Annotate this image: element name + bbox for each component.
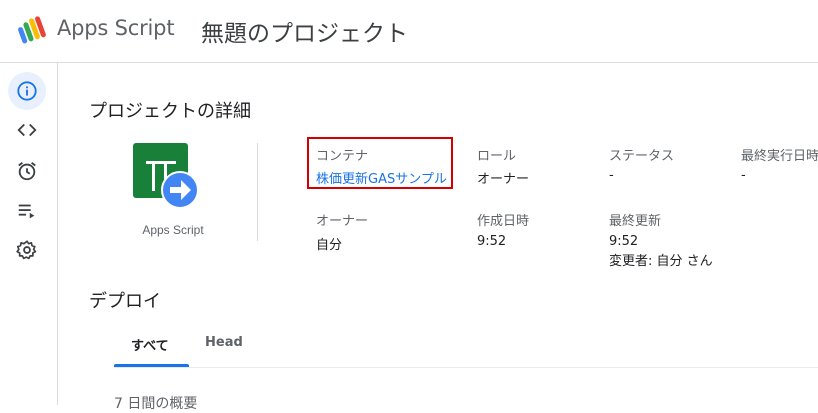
status-label: ステータス — [609, 149, 675, 164]
gear-icon — [16, 240, 37, 260]
last-run-value: - — [741, 168, 746, 183]
alarm-clock-icon — [18, 162, 36, 181]
seven-day-summary-heading: 7 日間の概要 — [114, 396, 198, 412]
last-updated-value: 9:52 — [609, 234, 639, 249]
sidebar-item-executions[interactable] — [8, 192, 46, 230]
role-label: ロール — [477, 149, 517, 164]
container-label: コンテナ — [316, 149, 369, 164]
owner-label: オーナー — [316, 214, 369, 229]
role-value: オーナー — [477, 172, 530, 187]
top-bar: Apps Script 無題のプロジェクト — [0, 0, 818, 63]
sidebar-item-settings[interactable] — [8, 231, 46, 269]
app-icon-label: Apps Script — [142, 223, 204, 237]
tab-all[interactable]: すべて — [131, 335, 169, 354]
code-icon — [17, 123, 37, 137]
executions-list-icon — [18, 204, 35, 219]
created-value: 9:52 — [477, 234, 507, 249]
project-title[interactable]: 無題のプロジェクト — [201, 14, 408, 48]
last-updated-by: 変更者: 自分 さん — [609, 254, 713, 269]
status-value: - — [609, 168, 614, 183]
deploy-title: デプロイ — [89, 291, 161, 312]
sidebar-item-editor[interactable] — [8, 111, 46, 149]
owner-value: 自分 — [316, 238, 343, 253]
last-run-label: 最終実行日時 — [741, 149, 818, 164]
created-label: 作成日時 — [477, 214, 530, 229]
sidebar-item-overview[interactable] — [8, 72, 46, 110]
info-icon — [17, 81, 37, 101]
sheets-script-file-icon — [133, 143, 199, 209]
last-updated-label: 最終更新 — [609, 214, 662, 229]
sidebar-item-triggers[interactable] — [8, 152, 46, 190]
apps-script-logo-icon[interactable] — [18, 14, 50, 46]
tab-head[interactable]: Head — [205, 335, 243, 350]
details-divider — [257, 143, 258, 241]
app-name[interactable]: Apps Script — [57, 16, 175, 40]
project-details-title: プロジェクトの詳細 — [89, 101, 251, 122]
tabs-divider — [114, 367, 818, 368]
sidebar — [0, 63, 58, 405]
container-link[interactable]: 株価更新GASサンプル — [316, 168, 447, 187]
main-content: プロジェクトの詳細 Apps Script コンテナ 株価更新GASサンプル ロ… — [58, 63, 818, 412]
